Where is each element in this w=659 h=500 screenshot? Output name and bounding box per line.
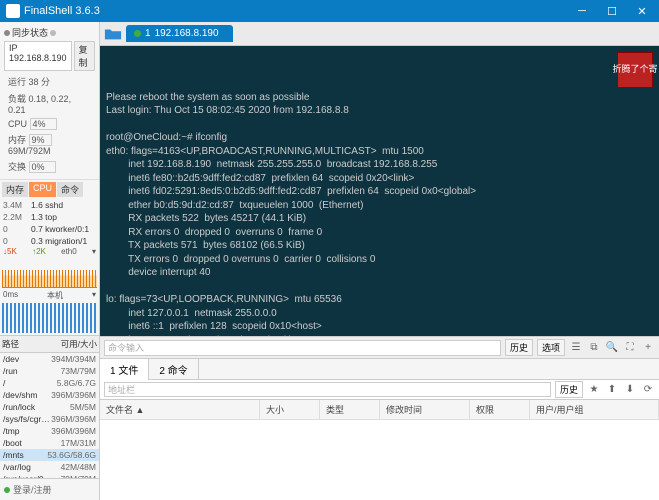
- fs-path-header[interactable]: 路径: [2, 338, 61, 350]
- options-button[interactable]: 选项: [537, 339, 565, 356]
- fs-row[interactable]: /5.8G/6.7G: [0, 377, 99, 389]
- network-chart: [2, 258, 97, 288]
- uptime-label: 运行: [8, 77, 26, 87]
- path-history-button[interactable]: 历史: [555, 381, 583, 398]
- cpu-value: 4%: [30, 118, 57, 130]
- sync-indicator: [50, 30, 56, 36]
- session-tabbar: 1 192.168.8.190: [100, 22, 659, 46]
- col-date[interactable]: 修改时间: [380, 400, 470, 419]
- col-type[interactable]: 类型: [320, 400, 380, 419]
- file-tab[interactable]: 1 文件: [100, 359, 149, 380]
- copy-icon[interactable]: ⧉: [587, 341, 601, 355]
- fs-size-header[interactable]: 可用/大小: [61, 338, 97, 350]
- swap-label: 交换: [8, 162, 26, 172]
- bookmark-icon[interactable]: ★: [587, 383, 601, 397]
- chevron-down-icon[interactable]: ▾: [92, 290, 96, 301]
- minimize-button[interactable]: ─: [567, 0, 597, 22]
- command-bar: 命令输入 历史 选项 ☰ ⧉ 🔍 ⛶ +: [100, 336, 659, 358]
- command-input[interactable]: 命令输入: [104, 340, 501, 356]
- mem-tab[interactable]: 内存: [2, 182, 28, 197]
- net-interface[interactable]: eth0: [61, 247, 77, 256]
- sidebar: 同步状态 IP 192.168.8.190 复制 运行 38 分 负载 0.18…: [0, 22, 100, 500]
- search-icon[interactable]: 🔍: [605, 341, 619, 355]
- process-row[interactable]: 2.2M1.3 top: [0, 211, 99, 223]
- disk-host[interactable]: 本机: [47, 290, 63, 301]
- net-up: 2K: [36, 247, 46, 256]
- disk-chart: [2, 303, 97, 333]
- command-tab[interactable]: 2 命令: [149, 359, 198, 380]
- col-perm[interactable]: 权限: [470, 400, 530, 419]
- process-row[interactable]: 3.4M1.6 sshd: [0, 199, 99, 211]
- copy-tab[interactable]: 复制: [74, 41, 95, 71]
- address-input[interactable]: 地址栏: [104, 382, 551, 397]
- cmd-tab[interactable]: 命令: [57, 182, 83, 197]
- mem-pct: 9%: [29, 134, 52, 146]
- fs-row[interactable]: /dev/shm396M/396M: [0, 389, 99, 401]
- tab-index: 1: [145, 28, 151, 39]
- status-circle-icon: [134, 30, 141, 37]
- disk-latency: 0ms: [3, 290, 18, 301]
- cpu-label: CPU: [8, 119, 27, 129]
- file-list: 文件名 ▲ 大小 类型 修改时间 权限 用户/用户组: [100, 400, 659, 500]
- terminal[interactable]: 折腾了个寄 Please reboot the system as soon a…: [100, 46, 659, 336]
- cpu-tab[interactable]: CPU: [29, 182, 56, 197]
- tab-ip: 192.168.8.190: [155, 28, 219, 39]
- sync-label: 同步状态: [12, 26, 48, 39]
- fs-row[interactable]: /tmp396M/396M: [0, 425, 99, 437]
- col-size[interactable]: 大小: [260, 400, 320, 419]
- refresh-icon[interactable]: ⟳: [641, 383, 655, 397]
- fs-row[interactable]: /boot17M/31M: [0, 437, 99, 449]
- list-icon[interactable]: ☰: [569, 341, 583, 355]
- session-tab[interactable]: 1 192.168.8.190: [126, 25, 233, 42]
- watermark-seal: 折腾了个寄: [617, 52, 653, 88]
- uptime-value: 38 分: [29, 77, 51, 87]
- col-user[interactable]: 用户/用户组: [530, 400, 659, 419]
- process-list: 3.4M1.6 sshd2.2M1.3 top00.7 kworker/0:10…: [0, 199, 99, 247]
- app-icon: [6, 4, 20, 18]
- fs-row[interactable]: /mnts53.6G/58.6G: [0, 449, 99, 461]
- swap-value: 0%: [29, 161, 56, 173]
- upload-icon[interactable]: ⬆: [605, 383, 619, 397]
- mem-value: 69M/792M: [8, 146, 51, 156]
- expand-icon[interactable]: ⛶: [623, 341, 637, 355]
- chevron-down-icon[interactable]: ▾: [92, 247, 96, 256]
- close-button[interactable]: ✕: [627, 0, 657, 22]
- history-button[interactable]: 历史: [505, 339, 533, 356]
- fs-row[interactable]: /var/log42M/48M: [0, 461, 99, 473]
- fs-row[interactable]: /dev394M/394M: [0, 353, 99, 365]
- col-name[interactable]: 文件名 ▲: [100, 400, 260, 419]
- plus-icon[interactable]: +: [641, 341, 655, 355]
- mem-label: 内存: [8, 135, 26, 145]
- path-bar: 地址栏 历史 ★ ⬆ ⬇ ⟳: [100, 380, 659, 400]
- fs-row[interactable]: /run/lock5M/5M: [0, 401, 99, 413]
- download-icon[interactable]: ⬇: [623, 383, 637, 397]
- host-tab[interactable]: IP 192.168.8.190: [4, 41, 72, 71]
- login-link[interactable]: 登录/注册: [0, 478, 99, 500]
- process-row[interactable]: 00.7 kworker/0:1: [0, 223, 99, 235]
- file-tabbar: 1 文件 2 命令: [100, 358, 659, 380]
- folder-icon[interactable]: [104, 26, 122, 42]
- sync-status-dot: [4, 30, 10, 36]
- titlebar: FinalShell 3.6.3 ─ ☐ ✕: [0, 0, 659, 22]
- net-down: 5K: [7, 247, 17, 256]
- fs-row[interactable]: /run73M/79M: [0, 365, 99, 377]
- filesystem-table: 路径可用/大小 /dev394M/394M/run73M/79M/5.8G/6.…: [0, 335, 99, 478]
- maximize-button[interactable]: ☐: [597, 0, 627, 22]
- fs-row[interactable]: /sys/fs/cgroup396M/396M: [0, 413, 99, 425]
- process-row[interactable]: 00.3 migration/1: [0, 235, 99, 247]
- load-label: 负载: [8, 94, 26, 104]
- window-title: FinalShell 3.6.3: [24, 5, 567, 17]
